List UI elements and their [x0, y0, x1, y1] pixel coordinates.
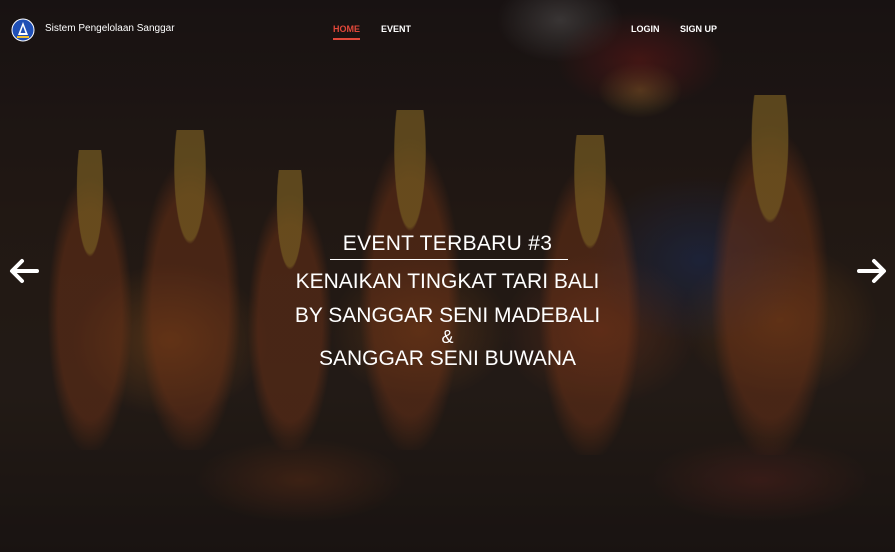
- navbar: Sistem Pengelolaan Sanggar HOME EVENT LO…: [0, 0, 895, 60]
- crest-logo-icon[interactable]: [11, 18, 35, 42]
- nav-event-link[interactable]: EVENT: [381, 24, 411, 34]
- brand-name[interactable]: Sistem Pengelolaan Sanggar: [45, 23, 175, 34]
- hero-carousel: Sistem Pengelolaan Sanggar HOME EVENT LO…: [0, 0, 895, 552]
- caption-divider: [330, 259, 568, 260]
- slide-organizer: BY SANGGAR SENI MADEBALI: [294, 304, 601, 327]
- slide-second-organizer: SANGGAR SENI BUWANA: [318, 347, 577, 370]
- nav-signup-link[interactable]: SIGN UP: [680, 24, 717, 34]
- slide-ampersand: &: [441, 327, 454, 347]
- slide-event-label: EVENT TERBARU #3: [342, 232, 553, 255]
- nav-login-link[interactable]: LOGIN: [631, 24, 660, 34]
- nav-home-link[interactable]: HOME: [333, 24, 360, 40]
- slide-title: KENAIKAN TINGKAT TARI BALI: [295, 270, 600, 293]
